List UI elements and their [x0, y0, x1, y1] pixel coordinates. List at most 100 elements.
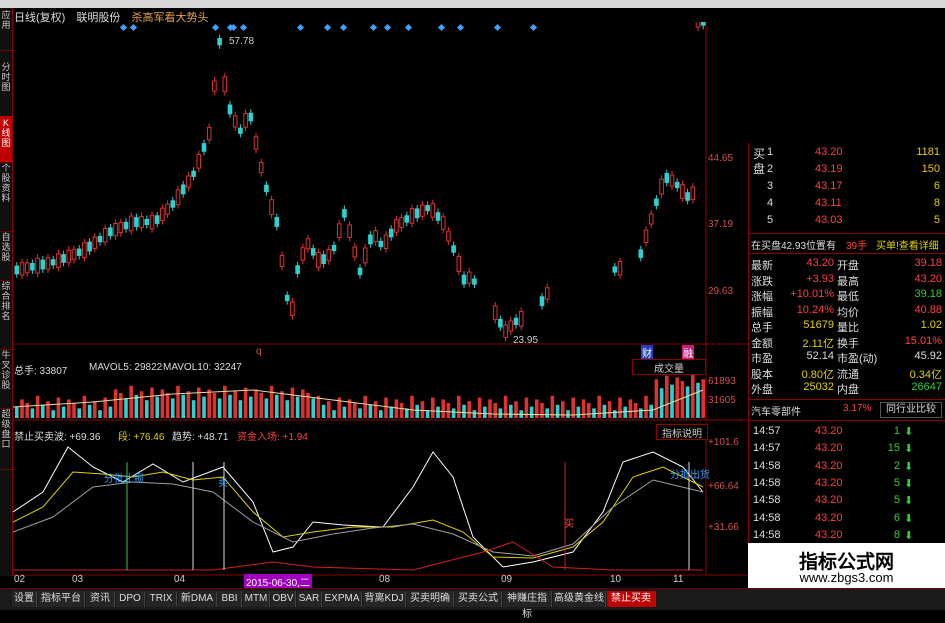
- order-status: 在买盘42.93位置有 39手 买单!查看详细: [749, 237, 945, 252]
- volume-bar: [477, 397, 482, 418]
- kline-chart[interactable]: [13, 22, 748, 588]
- candle: [201, 143, 207, 152]
- candle: [503, 324, 508, 338]
- indicator-tab[interactable]: 新DMA: [178, 591, 217, 607]
- marker-rong[interactable]: 融: [682, 345, 694, 360]
- tick-time: 14:58: [753, 494, 781, 507]
- volume-bar: [207, 389, 211, 418]
- indicator-tab[interactable]: 设置: [12, 591, 37, 607]
- indicator-tab[interactable]: OBV: [271, 591, 296, 607]
- volume-bar: [285, 400, 289, 418]
- tab-ranking[interactable]: 综合排名: [0, 279, 12, 350]
- indicator-tab[interactable]: MTM: [243, 591, 270, 607]
- indicator-tab[interactable]: 背离KDJ: [363, 591, 406, 607]
- sector-row: 汽车零部件 3.17% 同行业比较: [749, 402, 945, 418]
- volume-bar: [535, 399, 539, 418]
- quote-row: 股本 0.80亿 流通 0.34亿: [749, 366, 945, 381]
- indicator-tabs: 设置 指标平台 资讯 DPO TRIX 新DMA BBI MTM OBV SAR EXPMA 背离KD…: [0, 588, 945, 620]
- volume-bar: [540, 403, 544, 418]
- tick-volume: 6: [893, 511, 900, 524]
- quote-value: 15.01%: [904, 334, 942, 347]
- indicator-line: [13, 446, 704, 568]
- indicator-tab[interactable]: 买卖明确: [407, 591, 454, 607]
- indicator-tick-1: +101.6: [708, 437, 739, 448]
- candle: [290, 301, 295, 316]
- volume-bar: [259, 393, 263, 418]
- volume-tick-1: 61893: [708, 376, 736, 387]
- signal-marker: [211, 23, 220, 32]
- signal-marker: [239, 23, 248, 32]
- volume-bar: [561, 401, 565, 418]
- candle: [492, 305, 498, 321]
- candle: [71, 248, 77, 260]
- tab-diagnosis[interactable]: 牛叉诊股: [0, 348, 12, 409]
- candle: [316, 251, 321, 268]
- volume-bar: [119, 393, 123, 418]
- indicator-help-button[interactable]: 指标说明: [656, 424, 708, 440]
- candle: [409, 208, 415, 224]
- indicator-tab[interactable]: EXPMA: [323, 591, 362, 607]
- marker-cai[interactable]: 财: [641, 345, 653, 360]
- order-book-row: 1 43.20 1181: [749, 146, 945, 160]
- candle: [175, 189, 181, 206]
- tick-time: 14:58: [753, 476, 781, 489]
- candle: [326, 248, 332, 262]
- quote-label: 换手: [837, 337, 859, 350]
- volume-bar: [181, 394, 185, 418]
- signal-take-profit: 分批出货: [670, 470, 710, 481]
- quote-label: 金额: [751, 337, 773, 350]
- volume-bar: [217, 398, 222, 418]
- candle: [659, 178, 664, 195]
- volume-bar: [441, 399, 445, 418]
- tab-watchlist[interactable]: 自选股: [0, 230, 12, 281]
- indicator-tab[interactable]: 指标平台: [38, 591, 85, 607]
- volume-bar: [77, 408, 81, 418]
- volume-bar: [316, 395, 321, 418]
- tab-panel[interactable]: 超级盘口: [0, 407, 12, 470]
- candlesticks: [14, 22, 706, 342]
- candle: [695, 22, 701, 28]
- indicator-tab[interactable]: 资讯: [86, 591, 115, 607]
- candle: [425, 205, 430, 212]
- indicator-tab[interactable]: 神赚庄指标: [503, 591, 552, 620]
- quote-label: 市盈(动): [837, 353, 878, 365]
- tab-stock-info[interactable]: 个股资料: [0, 161, 12, 232]
- volume-bar: [483, 406, 487, 418]
- volume-indicator-button[interactable]: 成交量: [632, 359, 706, 375]
- indicator-tab[interactable]: 高级黄金线: [553, 591, 606, 607]
- indicator-tab[interactable]: TRIX: [146, 591, 177, 607]
- quote-label: 涨跌: [751, 275, 773, 288]
- order-book-row: 4 43.11 8: [749, 197, 945, 211]
- indicator-tab[interactable]: BBI: [218, 591, 242, 607]
- candle: [61, 254, 66, 263]
- candle: [648, 213, 654, 225]
- volume-bar: [295, 396, 300, 418]
- candle: [238, 127, 243, 134]
- candle: [321, 254, 326, 264]
- volume-bar: [301, 389, 305, 418]
- quote-value: 51679: [803, 319, 834, 331]
- indicator-lines: [13, 446, 704, 571]
- volume-bar: [358, 408, 362, 418]
- tab-apps[interactable]: 应用: [0, 8, 12, 51]
- quote-label: 外盘: [751, 384, 773, 396]
- order-detail-link[interactable]: 买单!查看详细: [876, 237, 939, 252]
- volume-bar: [446, 403, 451, 418]
- tab-intraday[interactable]: 分时图: [0, 60, 12, 118]
- volume-bar: [280, 391, 284, 418]
- level-volume: 8: [933, 197, 940, 209]
- candle: [643, 229, 649, 244]
- indicator-tab[interactable]: 禁止买卖: [607, 591, 656, 607]
- level-number: 5: [767, 214, 774, 226]
- volume-bar: [545, 408, 549, 418]
- menu-bar[interactable]: [0, 0, 945, 8]
- tab-kline[interactable]: K线图: [0, 116, 12, 163]
- indicator-tab[interactable]: SAR: [297, 591, 322, 607]
- quote-row: 涨跌 +3.93 最高 43.20: [749, 273, 945, 288]
- indicator-tab[interactable]: 买卖公式: [455, 591, 502, 607]
- indicator-tab[interactable]: DPO: [116, 591, 145, 607]
- volume-bar: [35, 395, 40, 418]
- volume-bar: [113, 389, 118, 418]
- compare-button[interactable]: 同行业比较: [880, 402, 942, 418]
- price-tick-1: 44.65: [708, 153, 734, 164]
